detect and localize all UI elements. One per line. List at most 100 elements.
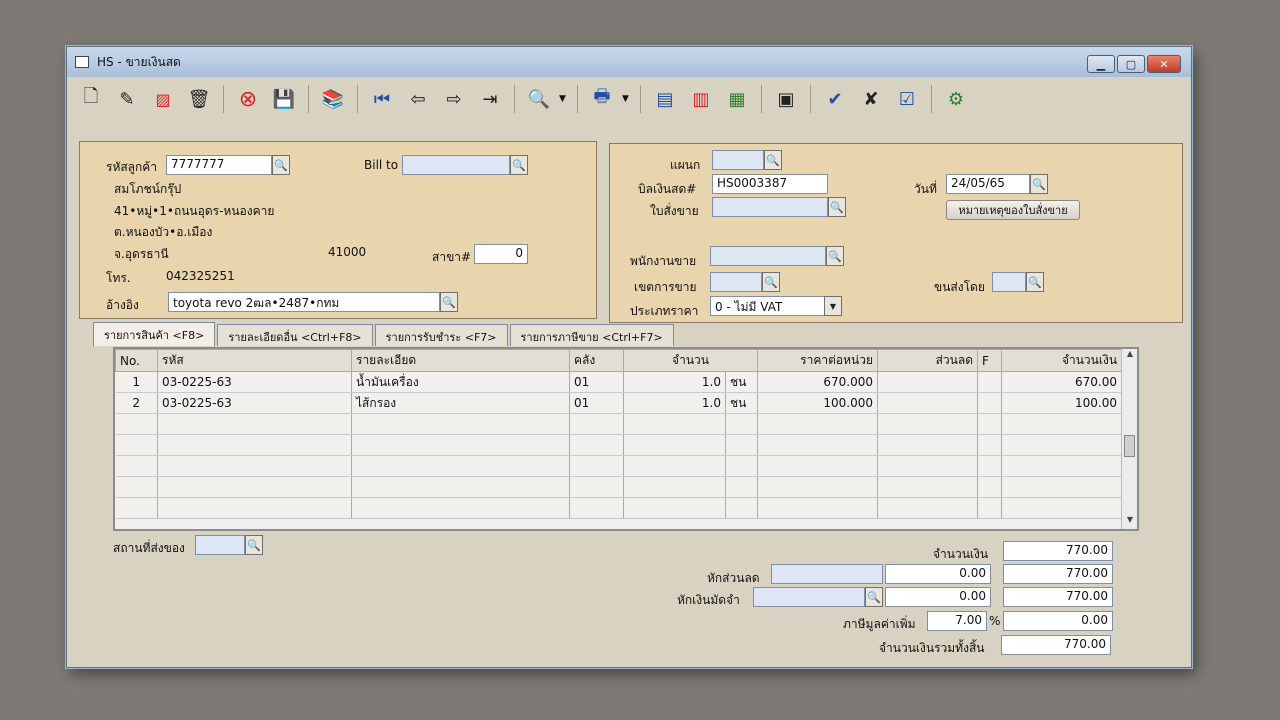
scroll-thumb[interactable] [1124, 435, 1135, 457]
customer-search-icon[interactable]: 🔍 [272, 155, 290, 175]
bill-no-field[interactable]: HS0003387 [712, 174, 828, 194]
scroll-down-icon[interactable]: ▼ [1122, 515, 1138, 529]
discount-formula-field[interactable] [771, 564, 883, 584]
ship-by-field[interactable] [992, 272, 1026, 292]
cancel-icon[interactable]: ⊗ [232, 84, 264, 114]
col-code[interactable]: รหัส [157, 349, 352, 372]
report3-icon[interactable]: ▦ [721, 84, 753, 114]
price-type-select[interactable]: 0 - ไม่มี VAT [710, 296, 826, 316]
deposit-search-icon[interactable]: 🔍 [865, 587, 883, 607]
bill-to-search-icon[interactable]: 🔍 [510, 155, 528, 175]
zoom-icon[interactable]: 🔍 [523, 84, 555, 114]
sales-area-field[interactable] [710, 272, 762, 292]
app-icon [75, 56, 89, 68]
new-doc-icon[interactable]: 🗋 [75, 84, 107, 114]
reference-label: อ้างอิง [106, 298, 139, 312]
maximize-button[interactable]: ▢ [1117, 55, 1145, 73]
vat-rate-field[interactable]: 7.00 [927, 611, 987, 631]
empty-row[interactable] [115, 476, 1123, 498]
department-search-icon[interactable]: 🔍 [764, 150, 782, 170]
phone-label: โทร. [106, 271, 131, 285]
col-no[interactable]: No. [115, 349, 158, 372]
prev-record-icon[interactable]: ⇦ [402, 84, 434, 114]
table-row[interactable]: 1 03-0225-63 น้ำมันเครื่อง 01 1.0 ชน 670… [115, 371, 1123, 393]
settings-icon[interactable]: ⚙ [940, 84, 972, 114]
first-record-icon[interactable]: ⏮ [366, 84, 398, 114]
total-label: จำนวนเงินรวมทั้งสิ้น [879, 641, 985, 655]
document-icon[interactable]: ▣ [770, 84, 802, 114]
after-deposit-field: 770.00 [1003, 587, 1113, 607]
scroll-up-icon[interactable]: ▲ [1122, 349, 1138, 363]
approve-ok-icon[interactable]: ✔ [819, 84, 851, 114]
customer-code-field[interactable]: 7777777 [166, 155, 272, 175]
bill-no-label: บิลเงินสด# [638, 182, 697, 196]
empty-row[interactable] [115, 497, 1123, 519]
reference-search-icon[interactable]: 🔍 [440, 292, 458, 312]
report1-icon[interactable]: ▤ [649, 84, 681, 114]
report2-icon[interactable]: ▥ [685, 84, 717, 114]
salesman-search-icon[interactable]: 🔍 [826, 246, 844, 266]
customer-province: จ.อุดรธานี [114, 247, 169, 261]
tab-other-details[interactable]: รายละเอียดอื่น <Ctrl+F8> [217, 324, 373, 346]
empty-row[interactable] [115, 455, 1123, 477]
ship-by-label: ขนส่งโดย [934, 280, 985, 294]
col-amount[interactable]: จำนวนเงิน [1001, 349, 1123, 372]
ship-place-field[interactable] [195, 535, 245, 555]
last-record-icon[interactable]: ⇥ [474, 84, 506, 114]
salesman-field[interactable] [710, 246, 826, 266]
close-button[interactable]: ✕ [1147, 55, 1181, 73]
sales-order-label: ใบสั่งขาย [650, 204, 699, 218]
edit-icon[interactable]: ✎ [111, 84, 143, 114]
empty-row[interactable] [115, 413, 1123, 435]
customer-address1: 41•หมู่•1•ถนนอุดร-หนองคาย [114, 204, 275, 218]
document-panel: แผนก 🔍 บิลเงินสด# HS0003387 วันที่ 24/05… [609, 143, 1183, 323]
deposit-ref-field[interactable] [753, 587, 865, 607]
sales-area-search-icon[interactable]: 🔍 [762, 272, 780, 292]
ok-icon[interactable]: ☑ [891, 84, 923, 114]
minimize-button[interactable]: ▁ [1087, 55, 1115, 73]
order-note-button[interactable]: หมายเหตุของใบสั่งขาย [946, 200, 1080, 220]
col-f[interactable]: F [977, 349, 1003, 372]
col-unit-price[interactable]: ราคาต่อหน่วย [757, 349, 879, 372]
next-record-icon[interactable]: ⇨ [438, 84, 470, 114]
discount-field[interactable]: 0.00 [885, 564, 991, 584]
save-icon[interactable]: 💾 [268, 84, 300, 114]
col-description[interactable]: รายละเอียด [351, 349, 570, 372]
chevron-down-icon[interactable]: ▼ [824, 296, 842, 316]
vat-amount-field: 0.00 [1003, 611, 1113, 631]
unapprove-icon[interactable]: ✘ [855, 84, 887, 114]
sales-order-search-icon[interactable]: 🔍 [828, 197, 846, 217]
col-quantity[interactable]: จำนวน [622, 349, 759, 372]
tab-items[interactable]: รายการสินค้า <F8> [93, 322, 216, 346]
bill-to-field[interactable] [402, 155, 510, 175]
ship-place-label: สถานที่ส่งของ [113, 541, 185, 555]
books-icon[interactable]: 📚 [317, 84, 349, 114]
reference-field[interactable]: toyota revo 2ฒล•2487•กทม [168, 292, 440, 312]
ship-place-search-icon[interactable]: 🔍 [245, 535, 263, 555]
date-picker-icon[interactable]: 🔍 [1030, 174, 1048, 194]
zoom-dropdown-icon[interactable]: ▼ [559, 94, 569, 104]
table-row[interactable]: 2 03-0225-63 ไส้กรอง 01 1.0 ชน 100.000 1… [115, 392, 1123, 414]
print-icon[interactable]: 🖶 [586, 84, 618, 114]
date-field[interactable]: 24/05/65 [946, 174, 1030, 194]
vat-label: ภาษีมูลค่าเพิ่ม [843, 617, 916, 631]
col-discount[interactable]: ส่วนลด [877, 349, 979, 372]
tab-payments[interactable]: รายการรับชำระ <F7> [374, 324, 508, 346]
trash-icon[interactable]: 🗑 [183, 84, 215, 114]
branch-field[interactable]: 0 [474, 244, 528, 264]
salesman-label: พนักงานขาย [630, 254, 697, 268]
tab-sales-tax[interactable]: รายการภาษีขาย <Ctrl+F7> [509, 324, 674, 346]
col-warehouse[interactable]: คลัง [569, 349, 624, 372]
eraser-icon[interactable]: ▨ [147, 84, 179, 114]
branch-label: สาขา# [432, 250, 472, 264]
deposit-field[interactable]: 0.00 [885, 587, 991, 607]
toolbar: 🗋 ✎ ▨ 🗑 ⊗ 💾 📚 ⏮ ⇦ ⇨ ⇥ 🔍 ▼ 🖶 ▼ ▤ ▥ ▦ ▣ ✔ … [75, 81, 1183, 117]
grid-scrollbar[interactable]: ▲ ▼ [1121, 349, 1137, 529]
empty-row[interactable] [115, 434, 1123, 456]
after-discount-field: 770.00 [1003, 564, 1113, 584]
print-dropdown-icon[interactable]: ▼ [622, 94, 632, 104]
sales-order-field[interactable] [712, 197, 828, 217]
department-field[interactable] [712, 150, 764, 170]
items-grid: No. รหัส รายละเอียด คลัง จำนวน ราคาต่อหน… [113, 347, 1139, 531]
ship-by-search-icon[interactable]: 🔍 [1026, 272, 1044, 292]
